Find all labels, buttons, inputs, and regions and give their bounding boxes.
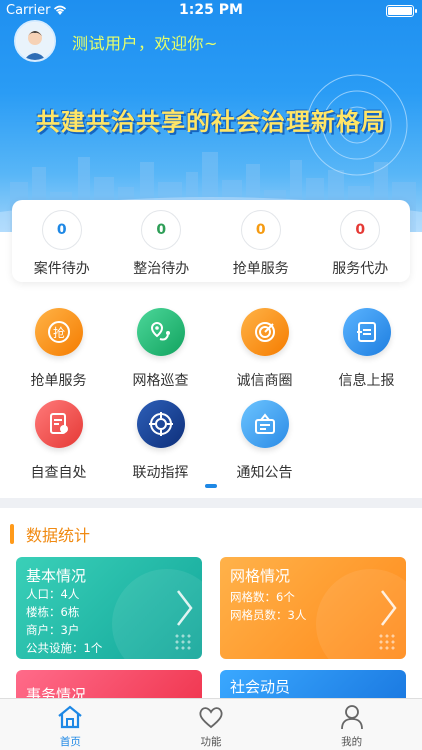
card-title: 网格情况 [230, 567, 291, 585]
stat-label: 服务代办 [332, 261, 389, 277]
card-line: 商户：3户 [26, 623, 80, 637]
battery-icon [386, 5, 417, 17]
chevron-right-icon [177, 590, 193, 626]
stat-service-agent[interactable]: 0 服务代办 [311, 200, 411, 282]
status-bar: Carrier 1:25 PM [0, 0, 422, 22]
page-indicator[interactable] [205, 484, 217, 488]
dot-grid-decoration [378, 633, 396, 651]
card-line: 人口：4人 [26, 587, 80, 601]
chevron-right-icon [381, 590, 397, 626]
function-label: 抢单服务 [30, 373, 87, 389]
tab-label: 功能 [200, 736, 222, 748]
tab-bar: 首页 功能 我的 [0, 698, 422, 750]
function-grab-order[interactable]: 抢 抢单服务 [6, 308, 111, 390]
tab-label: 首页 [59, 736, 81, 748]
card-line: 网格员数：3人 [230, 608, 307, 622]
svg-text:抢: 抢 [52, 325, 64, 340]
tab-home[interactable]: 首页 [0, 699, 141, 750]
stat-count: 0 [340, 210, 381, 250]
todo-stats-card: 0 案件待办 0 整治待办 0 抢单服务 0 服务代办 [12, 200, 410, 282]
welcome-text: 测试用户，欢迎你~ [72, 34, 218, 53]
stat-label: 抢单服务 [232, 261, 289, 277]
card-basic-info[interactable]: 基本情况 人口：4人 楼栋：6栋 商户：3户 公共设施：1个 [16, 557, 202, 659]
function-label: 网格巡查 [132, 373, 189, 389]
card-line: 楼栋：6栋 [26, 605, 80, 619]
tab-label: 我的 [341, 736, 363, 748]
crosshair-icon [136, 400, 185, 448]
function-credit-district[interactable]: 诚信商圈 [212, 308, 317, 390]
stat-grab-order[interactable]: 0 抢单服务 [211, 200, 311, 282]
dot-grid-decoration [174, 633, 192, 651]
function-grid-patrol[interactable]: 网格巡查 [108, 308, 213, 390]
card-grid-info[interactable]: 网格情况 网格数：6个 网格员数：3人 [220, 557, 406, 659]
function-info-report[interactable]: 信息上报 [314, 308, 419, 390]
tab-functions[interactable]: 功能 [141, 699, 282, 750]
stat-count: 0 [141, 210, 182, 250]
heart-icon [199, 707, 223, 729]
user-profile-icon [340, 705, 363, 730]
stat-rectify-todo[interactable]: 0 整治待办 [112, 200, 212, 282]
function-label: 诚信商圈 [236, 373, 293, 389]
banner-slogan: 共建共治共享的社会治理新格局 [36, 108, 386, 136]
clock: 1:25 PM [179, 2, 243, 18]
function-notice[interactable]: 通知公告 [212, 400, 317, 482]
stat-count: 0 [41, 210, 82, 250]
self-check-icon [34, 400, 83, 448]
section-title-text: 数据统计 [26, 526, 91, 545]
function-joint-command[interactable]: 联动指挥 [108, 400, 213, 482]
stat-label: 整治待办 [133, 261, 190, 277]
function-label: 信息上报 [338, 373, 395, 389]
user-avatar-icon [16, 22, 54, 60]
section-accent-bar [10, 524, 14, 544]
tab-mine[interactable]: 我的 [281, 699, 422, 750]
report-upload-icon [342, 308, 391, 356]
stat-count: 0 [240, 210, 281, 250]
section-title: 数据统计 [10, 522, 90, 546]
stat-case-todo[interactable]: 0 案件待办 [12, 200, 112, 282]
card-title: 基本情况 [26, 567, 87, 585]
header-banner: Carrier 1:25 PM 测试用户，欢迎你~ 共建共治共享的社会治理新格局 [0, 0, 422, 232]
card-line: 公共设施：1个 [26, 641, 103, 655]
stat-label: 案件待办 [33, 261, 90, 277]
home-icon [58, 705, 83, 729]
avatar[interactable] [14, 20, 56, 62]
notice-board-icon [240, 400, 289, 448]
function-label: 自查自处 [30, 465, 87, 481]
map-route-icon [136, 308, 185, 356]
function-label: 联动指挥 [132, 465, 189, 481]
target-icon [240, 308, 289, 356]
function-label: 通知公告 [236, 465, 293, 481]
card-line: 网格数：6个 [230, 590, 295, 604]
grab-order-icon: 抢 [34, 308, 83, 356]
card-title: 社会动员 [230, 678, 291, 696]
function-self-check[interactable]: 自查自处 [6, 400, 111, 482]
app-screen: Carrier 1:25 PM 测试用户，欢迎你~ 共建共治共享的社会治理新格局… [0, 0, 422, 750]
